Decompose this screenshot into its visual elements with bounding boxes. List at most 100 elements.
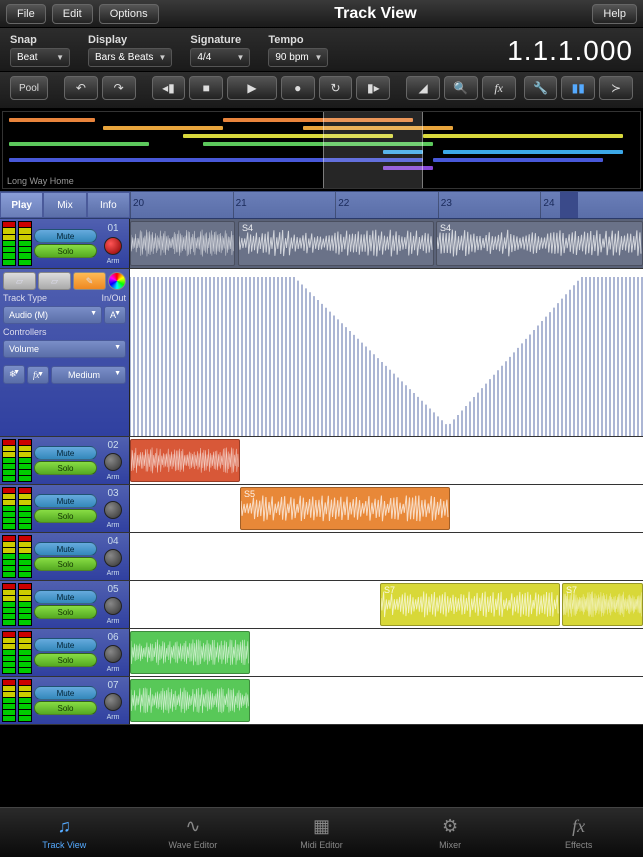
file-menu[interactable]: File [6, 4, 46, 24]
tab-wave-editor[interactable]: ∿ Wave Editor [129, 808, 258, 857]
solo-button[interactable]: Solo [34, 701, 97, 715]
tab-track-view[interactable]: ♫ Track View [0, 808, 129, 857]
solo-button[interactable]: Solo [34, 509, 97, 523]
audio-clip[interactable]: S7 [562, 583, 643, 626]
metronome-button[interactable]: ◢ [406, 76, 440, 100]
marker-tool-button[interactable]: ▮▮ [561, 76, 595, 100]
mute-button[interactable]: Mute [34, 446, 97, 460]
track-header[interactable]: Mute Solo 05 Arm [0, 581, 130, 628]
mute-button[interactable]: Mute [34, 638, 97, 652]
play-button[interactable]: ▶ [227, 76, 277, 100]
tab-mixer[interactable]: ⚙ Mixer [386, 808, 515, 857]
display-select[interactable]: Bars & Beats [88, 48, 172, 67]
track-lane[interactable] [130, 437, 643, 484]
overview-viewport[interactable] [323, 112, 423, 188]
fx-button[interactable]: fx [482, 76, 516, 100]
tool-eraser2[interactable]: ▱ [38, 272, 71, 290]
timeline-ruler[interactable]: 202122232425 [130, 192, 643, 218]
tab-midi-editor[interactable]: ▦ Midi Editor [257, 808, 386, 857]
arm-button[interactable] [104, 453, 122, 471]
tempo-select[interactable]: 90 bpm [268, 48, 328, 67]
arm-button[interactable] [104, 693, 122, 711]
song-overview[interactable]: Long Way Home [2, 111, 641, 189]
redo-button[interactable]: ↷ [102, 76, 136, 100]
tab-play[interactable]: Play [0, 192, 43, 218]
mute-button[interactable]: Mute [34, 686, 97, 700]
arm-button[interactable] [104, 645, 122, 663]
track-lane[interactable]: S4S4 [130, 219, 643, 268]
track-header[interactable]: Mute Solo 01 Arm [0, 219, 130, 268]
undo-button[interactable]: ↶ [64, 76, 98, 100]
level-meter [18, 487, 32, 530]
tab-mix[interactable]: Mix [43, 192, 86, 218]
freeze-button[interactable]: ❄ [3, 365, 25, 384]
mute-button[interactable]: Mute [34, 542, 97, 556]
track-header[interactable]: Mute Solo 03 Arm [0, 485, 130, 532]
help-button[interactable]: Help [592, 4, 637, 24]
arm-button[interactable] [104, 549, 122, 567]
audio-clip[interactable] [130, 679, 250, 722]
track-lane[interactable] [130, 629, 643, 676]
track-lane[interactable]: S5 [130, 485, 643, 532]
color-wheel[interactable] [108, 272, 126, 290]
loop-button[interactable]: ↻ [319, 76, 353, 100]
page-title: Track View [165, 5, 587, 23]
audio-clip[interactable] [130, 221, 235, 266]
audio-clip[interactable]: S5 [240, 487, 450, 530]
mute-button[interactable]: Mute [34, 590, 97, 604]
track-header[interactable]: Mute Solo 02 Arm [0, 437, 130, 484]
track-type-select[interactable]: Audio (M) [3, 306, 102, 324]
options-menu[interactable]: Options [99, 4, 159, 24]
split-tool-button[interactable]: ≻ [599, 76, 633, 100]
tool-eraser[interactable]: ▱ [3, 272, 36, 290]
pool-button[interactable]: Pool [10, 76, 48, 100]
arm-button[interactable] [104, 597, 122, 615]
tab-label: Mixer [439, 840, 461, 850]
track-lane[interactable]: S7S7 [130, 581, 643, 628]
audio-clip[interactable]: S4 [436, 221, 643, 266]
ruler-number: 24 [543, 198, 554, 209]
audio-clip[interactable] [130, 439, 240, 482]
quality-select[interactable]: Medium [51, 366, 126, 384]
overview-clip [433, 158, 603, 162]
tool-select-button[interactable]: 🔧 [524, 76, 558, 100]
solo-button[interactable]: Solo [34, 605, 97, 619]
zoom-button[interactable]: 🔍 [444, 76, 478, 100]
track-lane[interactable] [130, 677, 643, 724]
tab-info[interactable]: Info [87, 192, 130, 218]
solo-button[interactable]: Solo [34, 461, 97, 475]
controller-select[interactable]: Volume [3, 340, 126, 358]
mute-button[interactable]: Mute [34, 229, 97, 243]
track-lane[interactable] [130, 533, 643, 580]
record-button[interactable]: ● [281, 76, 315, 100]
forward-button[interactable]: ▮▸ [356, 76, 390, 100]
tab-effects[interactable]: fx Effects [514, 808, 643, 857]
automation-lane[interactable] [130, 269, 643, 436]
rewind-button[interactable]: ◂▮ [152, 76, 186, 100]
solo-button[interactable]: Solo [34, 557, 97, 571]
arm-button[interactable] [104, 237, 122, 255]
track-fx-button[interactable]: fx [27, 366, 49, 384]
track-header[interactable]: Mute Solo 06 Arm [0, 629, 130, 676]
arm-button[interactable] [104, 501, 122, 519]
signature-select[interactable]: 4/4 [190, 48, 250, 67]
level-meter [2, 679, 16, 722]
stop-button[interactable]: ■ [189, 76, 223, 100]
solo-button[interactable]: Solo [34, 244, 97, 258]
mute-button[interactable]: Mute [34, 494, 97, 508]
audio-clip[interactable]: S7 [380, 583, 560, 626]
track-header[interactable]: Mute Solo 04 Arm [0, 533, 130, 580]
record-icon: ● [294, 81, 301, 95]
snap-select[interactable]: Beat [10, 48, 70, 67]
song-name-label: Long Way Home [7, 176, 74, 186]
tab-ruler-row: Play Mix Info 202122232425 [0, 191, 643, 219]
audio-clip[interactable] [130, 631, 250, 674]
edit-menu[interactable]: Edit [52, 4, 93, 24]
tool-pencil[interactable]: ✎ [73, 272, 106, 290]
solo-button[interactable]: Solo [34, 653, 97, 667]
audio-clip[interactable]: S4 [238, 221, 434, 266]
track-header[interactable]: Mute Solo 07 Arm [0, 677, 130, 724]
ruler-marker[interactable] [560, 192, 578, 218]
inout-select[interactable]: A [104, 306, 126, 324]
arm-label: Arm [107, 522, 120, 529]
